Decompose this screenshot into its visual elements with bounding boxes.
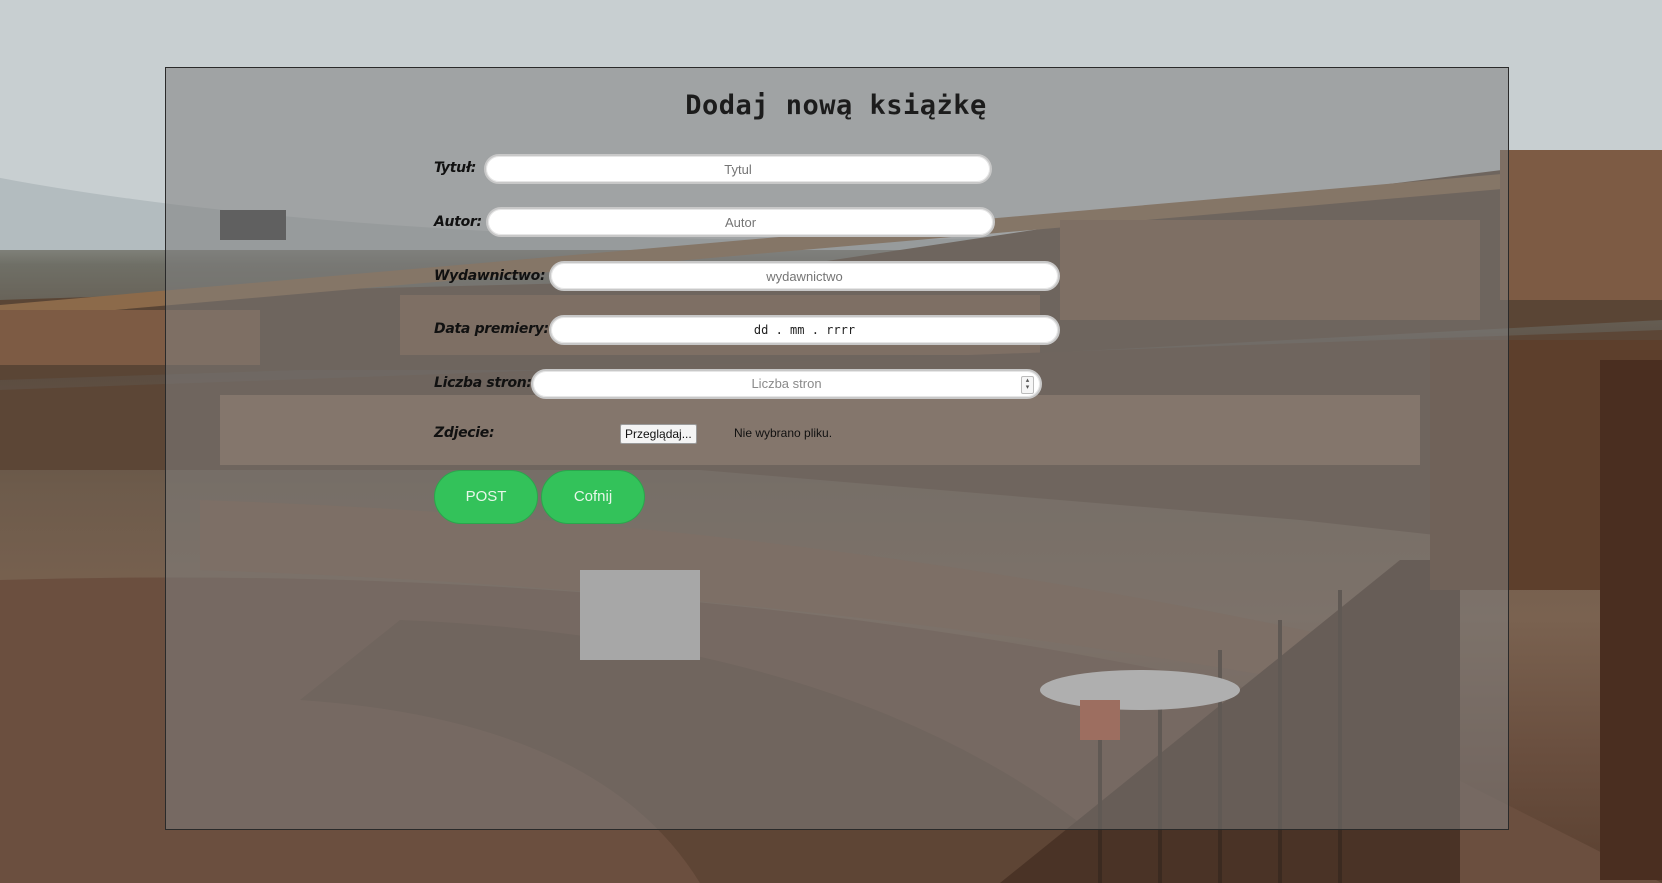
publisher-input[interactable] xyxy=(549,261,1060,291)
release-date-input[interactable]: dd . mm . rrrr xyxy=(549,315,1060,345)
post-button[interactable]: POST xyxy=(434,470,538,524)
spinner-arrows-icon[interactable]: ▴ ▾ xyxy=(1021,376,1034,394)
pages-placeholder: Liczba stron xyxy=(751,376,822,391)
pages-input[interactable]: Liczba stron ▴ ▾ xyxy=(531,369,1042,399)
publisher-label: Wydawnictwo: xyxy=(434,268,546,284)
title-label: Tytuł: xyxy=(434,160,477,176)
page-title: Dodaj nową książkę xyxy=(685,90,987,121)
photo-label: Zdjecie: xyxy=(434,425,495,441)
title-input[interactable] xyxy=(484,154,992,184)
back-button[interactable]: Cofnij xyxy=(541,470,645,524)
browse-file-button[interactable]: Przeglądaj... xyxy=(620,424,697,444)
release-date-label: Data premiery: xyxy=(434,321,549,337)
pages-label: Liczba stron: xyxy=(434,375,532,391)
author-input[interactable] xyxy=(486,207,995,237)
author-label: Autor: xyxy=(434,214,482,230)
file-status-text: Nie wybrano pliku. xyxy=(734,426,833,440)
